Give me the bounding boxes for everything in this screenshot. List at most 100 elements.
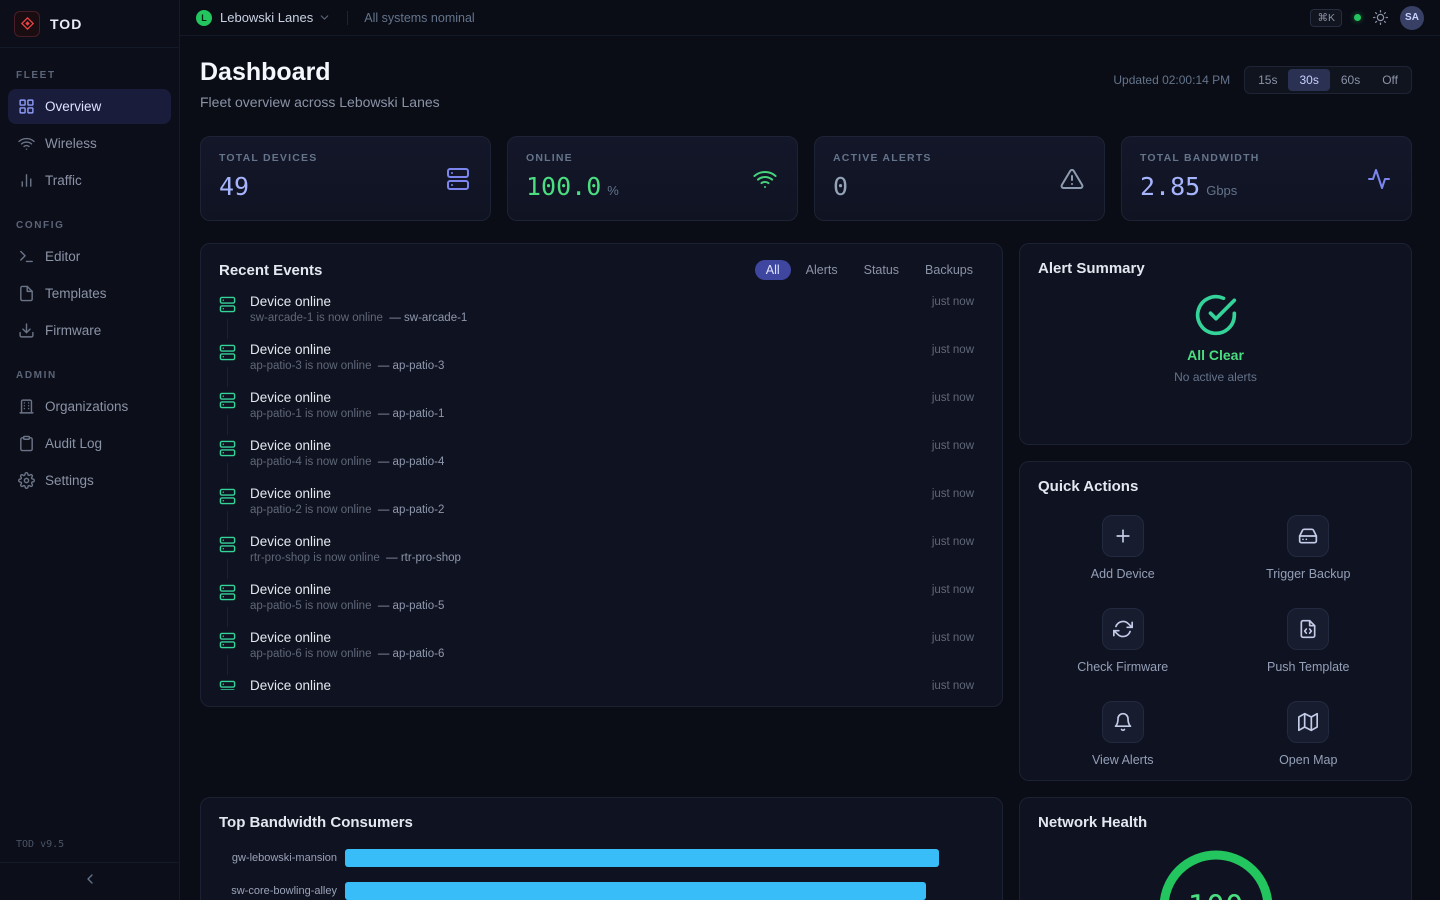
map-icon (1287, 701, 1329, 743)
event-row[interactable]: Device onlineap-patio-6 is now online — … (219, 624, 976, 672)
chevron-down-icon[interactable] (318, 11, 331, 24)
filter-backups[interactable]: Backups (914, 260, 984, 280)
sidebar-item-traffic[interactable]: Traffic (8, 163, 171, 198)
filter-status[interactable]: Status (853, 260, 910, 280)
bandwidth-bar-track (345, 882, 984, 900)
sidebar-item-firmware[interactable]: Firmware (8, 313, 171, 348)
bandwidth-panel: Top Bandwidth Consumers gw-lebowski-mans… (200, 797, 1003, 900)
events-list[interactable]: Device online sw-arcade-1 is now online —… (219, 288, 984, 690)
event-row[interactable]: Device onlineap-patio-3 is now online — … (219, 336, 976, 384)
event-device: — ap-patio-2 (378, 504, 444, 516)
command-palette-shortcut[interactable]: ⌘K (1310, 9, 1342, 27)
refresh-icon (1102, 608, 1144, 650)
event-device: — ap-patio-4 (378, 456, 444, 468)
bandwidth-row: gw-lebowski-mansion (219, 849, 984, 867)
event-row[interactable]: Device onlineap-patio-4 is now online — … (219, 432, 976, 480)
event-time: just now (932, 536, 974, 548)
wifi-icon (753, 167, 777, 191)
sidebar-item-wireless[interactable]: Wireless (8, 126, 171, 161)
stat-label: ONLINE (526, 152, 779, 164)
event-body: Device onlinertr-pro-shop is now online … (250, 534, 907, 564)
event-time: just now (932, 632, 974, 644)
bandwidth-device-label: gw-lebowski-mansion (219, 852, 337, 864)
app-version: TOD v9.5 (0, 839, 179, 862)
sidebar: TOD FLEETOverviewWirelessTrafficCONFIGEd… (0, 0, 180, 900)
event-title: Device online (250, 582, 907, 597)
stat-value: 2.85 (1140, 172, 1200, 201)
refresh-option-30s[interactable]: 30s (1288, 69, 1329, 91)
event-row[interactable]: Device online ap-patio-2 is now online — … (219, 480, 976, 528)
filter-alerts[interactable]: Alerts (795, 260, 849, 280)
sidebar-item-organizations[interactable]: Organizations (8, 389, 171, 424)
check-circle-icon (1194, 293, 1238, 337)
clipboard-icon (18, 435, 35, 452)
stat-label: TOTAL BANDWIDTH (1140, 152, 1393, 164)
action-trigger-backup[interactable]: Trigger Backup (1224, 515, 1394, 581)
event-title: Device online (250, 486, 907, 501)
event-row[interactable]: Device onlineap-patio-1 is now online — … (219, 384, 976, 432)
sidebar-collapse-button[interactable] (0, 862, 179, 900)
refresh-option-off[interactable]: Off (1371, 69, 1409, 91)
server-icon (219, 344, 237, 361)
bandwidth-bar (345, 882, 926, 900)
sidebar-item-templates[interactable]: Templates (8, 276, 171, 311)
stats-row: TOTAL DEVICES49ONLINE100.0%ACTIVE ALERTS… (200, 136, 1412, 221)
events-header: Recent Events AllAlertsStatusBackups (219, 260, 984, 280)
action-push-template[interactable]: Push Template (1224, 608, 1394, 674)
sun-icon[interactable] (1373, 10, 1388, 25)
stat-card-online: ONLINE100.0% (507, 136, 798, 221)
event-title: Device online (250, 342, 907, 357)
stat-value: 49 (219, 172, 249, 201)
sidebar-footer: TOD v9.5 (0, 839, 179, 900)
nav-section-label: CONFIG (16, 220, 163, 231)
event-detail: ap-patio-2 is now online — ap-patio-2 (250, 504, 907, 516)
org-switcher[interactable]: Lebowski Lanes (220, 10, 313, 25)
event-device: — ap-patio-6 (378, 648, 444, 660)
topbar-divider (347, 11, 348, 25)
refresh-option-15s[interactable]: 15s (1247, 69, 1288, 91)
event-row[interactable]: Device onlinejust now (219, 672, 976, 690)
event-row[interactable]: Device online sw-arcade-1 is now online —… (219, 288, 976, 336)
action-label: Add Device (1091, 567, 1155, 581)
sidebar-item-overview[interactable]: Overview (8, 89, 171, 124)
action-check-firmware[interactable]: Check Firmware (1038, 608, 1208, 674)
quick-actions-grid: Add Device Trigger BackupCheck FirmwarePu… (1038, 515, 1393, 767)
event-title: Device online (250, 294, 907, 309)
action-label: View Alerts (1092, 753, 1154, 767)
server-icon (219, 680, 237, 690)
user-avatar[interactable]: SA (1400, 6, 1424, 30)
server-icon (219, 488, 237, 505)
bandwidth-bar (345, 849, 939, 867)
sidebar-item-label: Settings (45, 473, 94, 488)
event-row[interactable]: Device onlinertr-pro-shop is now online … (219, 528, 976, 576)
alert-summary-panel: Alert Summary All Clear No active alerts (1019, 243, 1412, 445)
bandwidth-bar-track (345, 849, 984, 867)
sidebar-item-editor[interactable]: Editor (8, 239, 171, 274)
stat-card-active-alerts: ACTIVE ALERTS0 (814, 136, 1105, 221)
server-icon (219, 536, 237, 553)
event-body: Device onlineap-patio-4 is now online — … (250, 438, 907, 468)
event-detail: sw-arcade-1 is now online — sw-arcade-1 (250, 312, 907, 324)
filter-all[interactable]: All (755, 260, 791, 280)
network-health-gauge: 100 (1156, 847, 1276, 900)
connection-status-dot (1354, 14, 1361, 21)
org-avatar: L (196, 10, 212, 26)
event-device: — ap-patio-1 (378, 408, 444, 420)
sidebar-item-settings[interactable]: Settings (8, 463, 171, 498)
action-view-alerts[interactable]: View Alerts (1038, 701, 1208, 767)
alert-summary-body: All Clear No active alerts (1038, 277, 1393, 384)
file-icon (18, 285, 35, 302)
event-body: Device onlineap-patio-5 is now online — … (250, 582, 907, 612)
event-detail: ap-patio-6 is now online — ap-patio-6 (250, 648, 907, 660)
file-code-icon (1287, 608, 1329, 650)
action-open-map[interactable]: Open Map (1224, 701, 1394, 767)
alert-detail-text: No active alerts (1174, 370, 1257, 384)
refresh-option-60s[interactable]: 60s (1330, 69, 1371, 91)
network-health-score: 100 (1156, 847, 1276, 900)
action-add-device[interactable]: Add Device (1038, 515, 1208, 581)
event-body: Device online sw-arcade-1 is now online —… (250, 294, 907, 324)
event-row[interactable]: Device onlineap-patio-5 is now online — … (219, 576, 976, 624)
sidebar-item-audit-log[interactable]: Audit Log (8, 426, 171, 461)
bar-chart-icon (18, 172, 35, 189)
stat-value-row: 2.85Gbps (1140, 172, 1393, 201)
